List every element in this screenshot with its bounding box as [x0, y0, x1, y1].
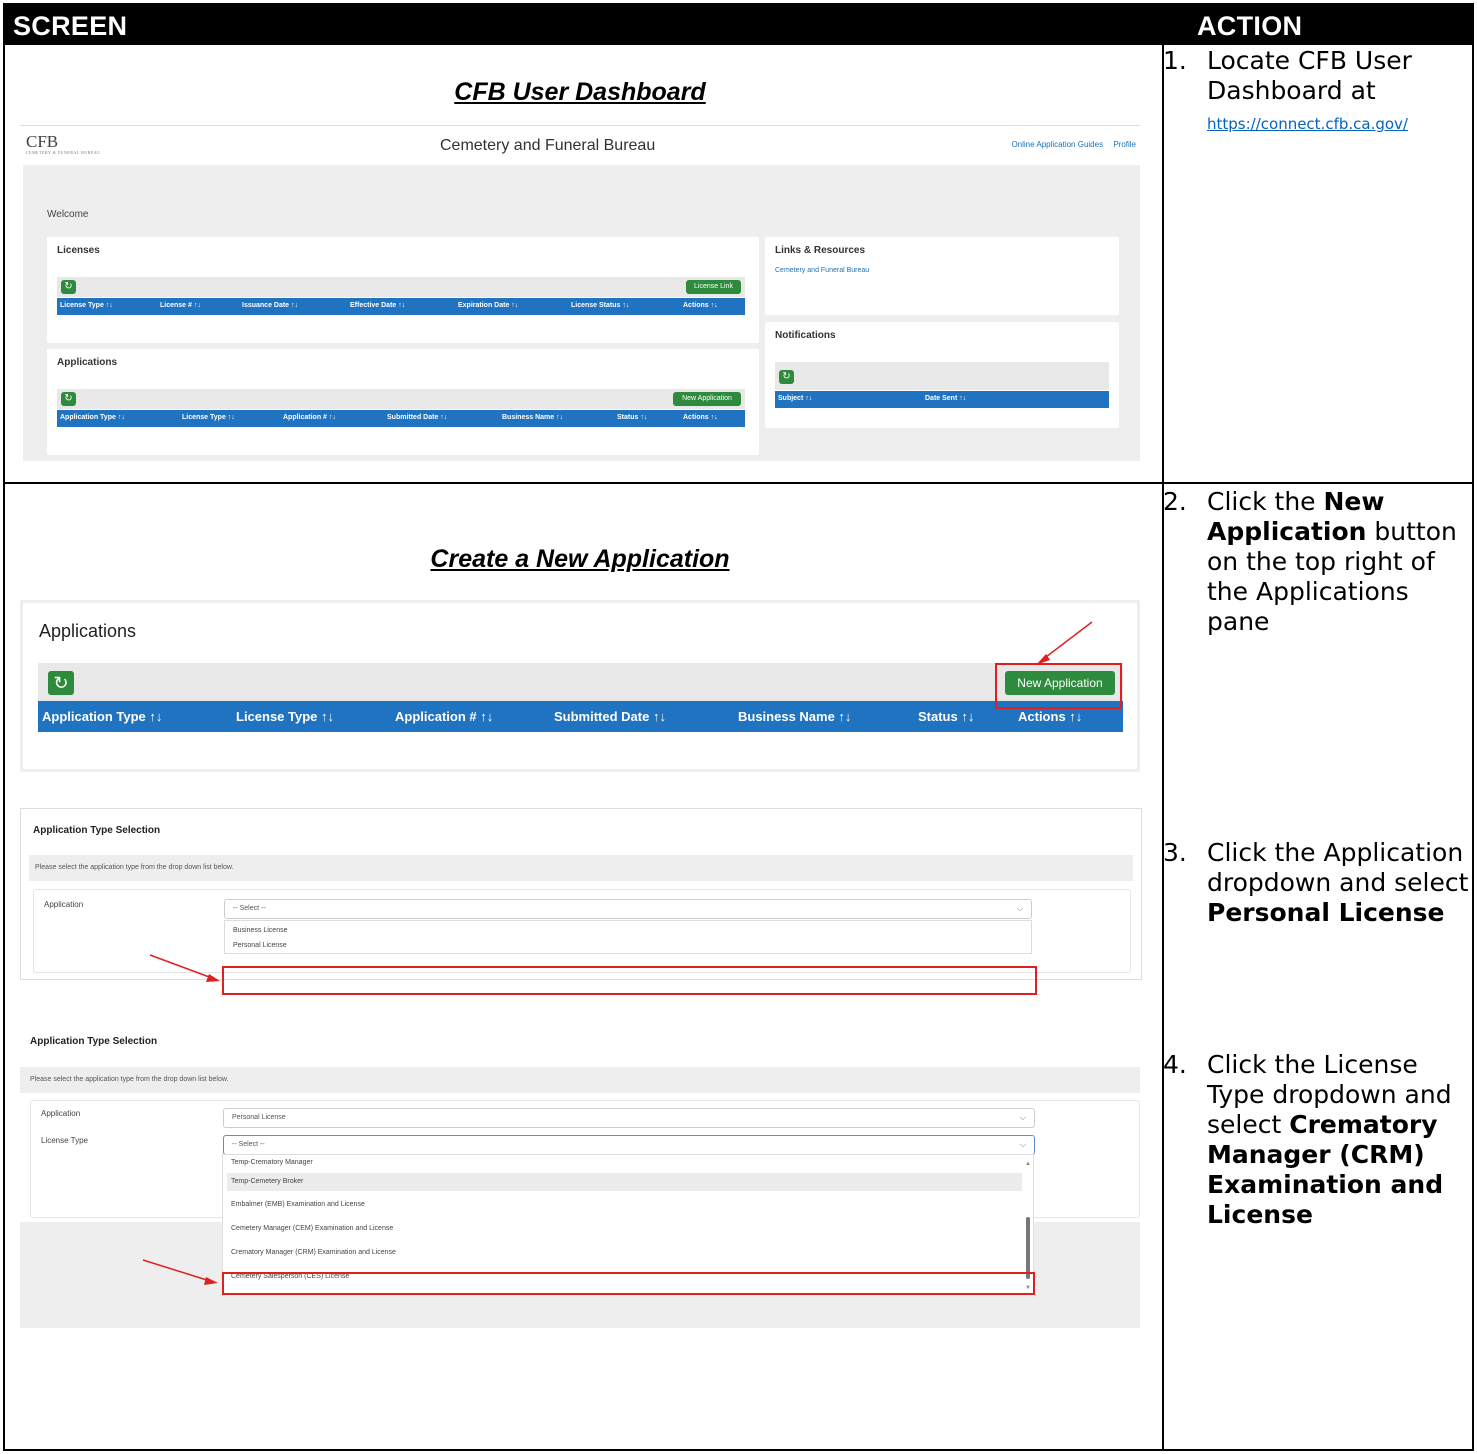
guides-link[interactable]: Online Application Guides [1011, 140, 1103, 149]
welcome-text: Welcome [47, 209, 89, 220]
application-label-1: Application [44, 900, 84, 909]
chevron-down-icon: ⌵ [1019, 1140, 1026, 1149]
licenses-table-header: License Type ↑↓ License # ↑↓ Issuance Da… [57, 298, 745, 315]
action-header: ACTION [1197, 11, 1303, 41]
option-embalmer[interactable]: Embalmer (EMB) Examination and License [231, 1201, 365, 1208]
hover-highlight [227, 1173, 1022, 1191]
license-type-select[interactable]: -- Select -- ⌵ [223, 1135, 1035, 1155]
cfb-logo: CFB CEMETERY & FUNERAL BUREAU [26, 132, 101, 155]
license-link-button[interactable]: License Link [686, 280, 741, 294]
scroll-up-icon[interactable]: ▲ [1025, 1161, 1031, 1167]
refresh-icon[interactable]: ↻ [779, 370, 794, 384]
option-cemetery-manager[interactable]: Cemetery Manager (CEM) Examination and L… [231, 1225, 393, 1232]
links-resources-title: Links & Resources [775, 245, 866, 256]
selection-hint-1: Please select the application type from … [29, 855, 1133, 881]
selection-title-2: Application Type Selection [30, 1036, 158, 1047]
notifications-table-header: Subject ↑↓ Date Sent ↑↓ [775, 391, 1109, 408]
column-divider [1162, 45, 1164, 1451]
dashboard-screenshot: CFB CEMETERY & FUNERAL BUREAU Cemetery a… [20, 125, 1140, 461]
applications-panel-screenshot: Applications ↻ New Application Applicati… [20, 600, 1140, 772]
dashboard-topbar: CFB CEMETERY & FUNERAL BUREAU Cemetery a… [20, 125, 1140, 165]
applications-toolbar-large: ↻ New Application [38, 663, 1123, 701]
chevron-down-icon: ⌵ [1016, 904, 1023, 913]
applications-toolbar: ↻ New Application [57, 389, 745, 409]
notifications-title: Notifications [775, 330, 836, 341]
applications-panel-large: Applications ↻ New Application Applicati… [23, 603, 1137, 769]
option-personal-license[interactable]: Personal License [233, 942, 287, 949]
dashboard-body: Welcome Licenses ↻ License Link License … [23, 165, 1140, 461]
highlight-new-application [995, 663, 1122, 709]
option-temp-crematory-manager[interactable]: Temp-Crematory Manager [231, 1159, 313, 1166]
row-divider [5, 482, 1472, 484]
refresh-icon[interactable]: ↻ [48, 671, 74, 695]
license-type-label: License Type [41, 1136, 88, 1145]
refresh-icon[interactable]: ↻ [61, 392, 76, 406]
applications-panel-small: Applications ↻ New Application Applicati… [47, 349, 759, 455]
notifications-panel: Notifications ↻ Subject ↑↓ Date Sent ↑↓ [765, 322, 1119, 428]
selection-title-1: Application Type Selection [33, 825, 161, 836]
option-crematory-manager[interactable]: Crematory Manager (CRM) Examination and … [231, 1249, 396, 1256]
applications-title: Applications [57, 357, 118, 368]
section2-title: Create a New Application [430, 545, 730, 573]
application-select-1[interactable]: -- Select -- ⌵ [224, 899, 1032, 919]
application-options-list: Business License Personal License [224, 920, 1032, 954]
table-header: SCREEN ACTION [5, 5, 1472, 45]
top-links: Online Application Guides Profile [1003, 140, 1136, 149]
cfb-resource-link[interactable]: Cemetery and Funeral Bureau [775, 267, 869, 274]
applications-title-large: Applications [39, 621, 137, 641]
licenses-toolbar: ↻ License Link [57, 277, 745, 297]
applications-table-header: Application Type ↑↓ License Type ↑↓ Appl… [57, 410, 745, 427]
highlight-crematory-manager [222, 1272, 1035, 1295]
application-type-screenshot-1: Application Type Selection Please select… [20, 808, 1142, 980]
selection-hint-2: Please select the application type from … [20, 1067, 1140, 1093]
screen-header: SCREEN [13, 11, 128, 41]
application-select-2[interactable]: Personal License ⌵ [223, 1108, 1035, 1128]
selection-form-1: Application -- Select -- ⌵ Business Lice… [33, 889, 1131, 973]
licenses-panel: Licenses ↻ License Link License Type ↑↓ … [47, 237, 759, 343]
options-scrollbar[interactable] [1026, 1217, 1030, 1279]
step-1-text: Locate CFB User Dashboard at [1207, 46, 1412, 105]
profile-link[interactable]: Profile [1113, 140, 1136, 149]
chevron-down-icon: ⌵ [1019, 1113, 1026, 1122]
cfb-url-link[interactable]: https://connect.cfb.ca.gov/ [1207, 115, 1408, 133]
application-label-2: Application [41, 1109, 81, 1118]
section1-title: CFB User Dashboard [454, 78, 706, 106]
option-business-license[interactable]: Business License [233, 927, 287, 934]
links-resources-panel: Links & Resources Cemetery and Funeral B… [765, 237, 1119, 315]
site-title: Cemetery and Funeral Bureau [440, 137, 656, 154]
option-temp-cemetery-broker[interactable]: Temp-Cemetery Broker [231, 1178, 303, 1185]
new-application-button-small[interactable]: New Application [673, 392, 741, 406]
licenses-title: Licenses [57, 245, 100, 256]
applications-table-header-large: Application Type ↑↓ License Type ↑↓ Appl… [38, 701, 1123, 732]
refresh-icon[interactable]: ↻ [61, 280, 76, 294]
highlight-personal-license [222, 966, 1037, 995]
arrow-to-crematory-manager [142, 1259, 218, 1285]
notifications-toolbar: ↻ [775, 362, 1109, 390]
